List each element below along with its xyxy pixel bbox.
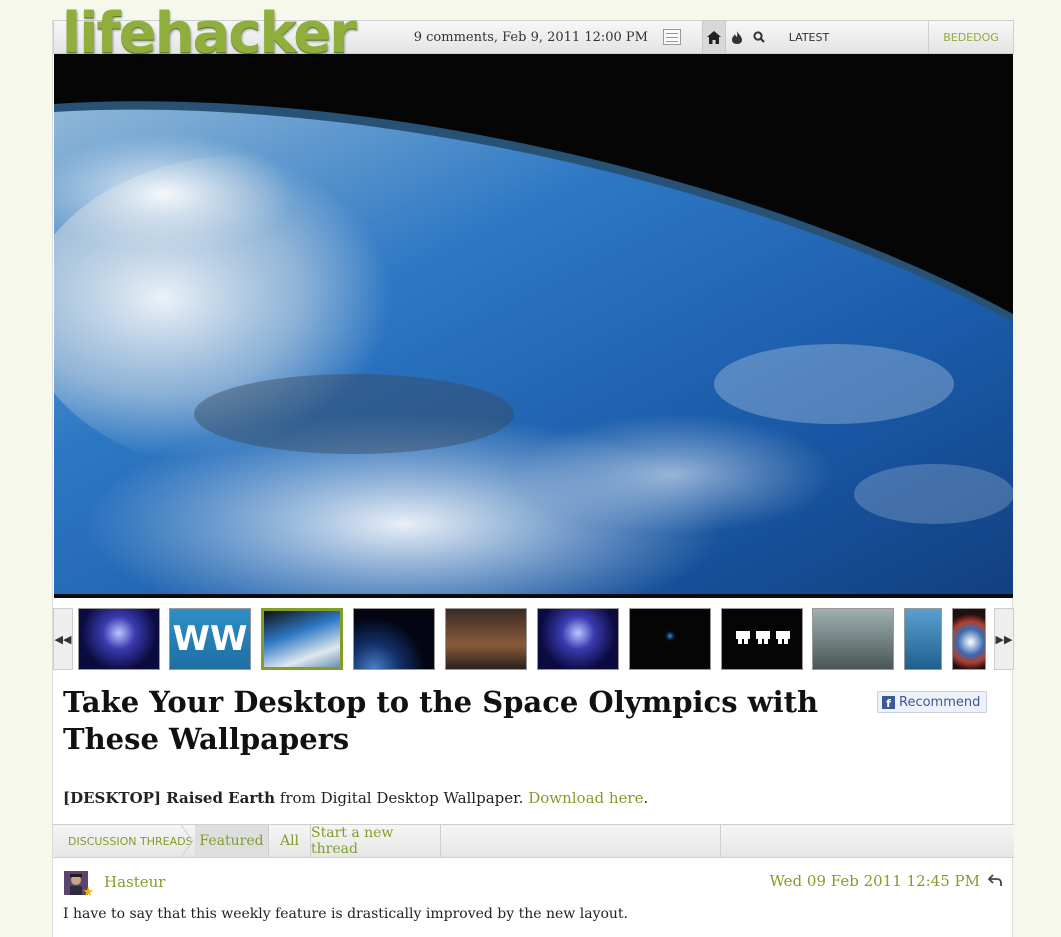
thumb-raised-earth[interactable] (261, 608, 343, 670)
tab-featured[interactable]: Featured (195, 825, 269, 857)
home-icon (707, 30, 721, 44)
thumb-planet-moon[interactable] (353, 608, 435, 670)
recommend-button[interactable]: f Recommend (877, 691, 988, 713)
discussion-threads-label: DISCUSSION THREADS (68, 834, 193, 848)
search-button[interactable] (748, 21, 770, 53)
next-arrow-icon[interactable]: ▶▶ (994, 608, 1014, 670)
thumb-ww-logo[interactable]: WW (169, 608, 251, 670)
thumb-blue-moonscape[interactable] (78, 608, 160, 670)
comment: ★ Hasteur Wed 09 Feb 2011 12:45 PM I hav… (53, 858, 1014, 937)
avatar[interactable]: ★ (64, 871, 94, 899)
thumb-blue-moonscape-2[interactable] (537, 608, 619, 670)
recommend-label: Recommend (899, 694, 981, 710)
desc-end: . (643, 789, 649, 807)
comment-date[interactable]: Wed 09 Feb 2011 12:45 PM (769, 872, 980, 890)
fire-icon (732, 30, 742, 44)
download-link[interactable]: Download here (528, 789, 643, 807)
divider (720, 825, 721, 857)
lifehacker-logo[interactable]: lifehacker (62, 0, 357, 68)
thumb-text: WW (172, 619, 248, 659)
desc-text: from Digital Desktop Wallpaper. (275, 789, 529, 807)
facebook-icon: f (882, 695, 895, 709)
thumbnail-strip: ◀◀ WW ▶▶ (53, 608, 1014, 670)
reply-icon[interactable] (988, 873, 1002, 887)
space-invaders-icon (736, 631, 790, 644)
search-icon (753, 31, 765, 43)
latest-link[interactable]: LATEST (770, 21, 848, 53)
desc-tag: [DESKTOP] Raised Earth (63, 789, 276, 807)
thumb-space-invaders[interactable] (721, 608, 803, 670)
article-description: [DESKTOP] Raised Earth from Digital Desk… (63, 789, 648, 807)
user-menu[interactable]: BEDEDOG (928, 21, 1013, 53)
thumb-sword-city[interactable] (812, 608, 894, 670)
prev-arrow-icon[interactable]: ◀◀ (53, 608, 73, 670)
tab-start-new-thread[interactable]: Start a new thread (311, 825, 441, 857)
comment-text: I have to say that this weekly feature i… (63, 906, 628, 922)
star-icon: ★ (82, 885, 94, 900)
hero-image-raised-earth[interactable] (54, 54, 1013, 598)
post-meta: 9 comments, Feb 9, 2011 12:00 PM (413, 30, 648, 45)
tab-all[interactable]: All (269, 825, 311, 857)
thumb-tiny-earth[interactable] (629, 608, 711, 670)
comment-author[interactable]: Hasteur (104, 873, 165, 891)
thumb-city-ruins[interactable] (445, 608, 527, 670)
page-frame: 9 comments, Feb 9, 2011 12:00 PM LATEST … (52, 20, 1014, 937)
home-button[interactable] (702, 21, 726, 53)
thumb-glowing-planet[interactable] (952, 608, 986, 670)
article-title: Take Your Desktop to the Space Olympics … (63, 685, 819, 756)
list-view-icon[interactable] (663, 29, 681, 45)
discussion-bar: DISCUSSION THREADS Featured All Start a … (53, 824, 1014, 858)
thumb-planet-express[interactable] (904, 608, 942, 670)
popular-button[interactable] (726, 21, 748, 53)
chevron-right-icon (181, 825, 194, 857)
